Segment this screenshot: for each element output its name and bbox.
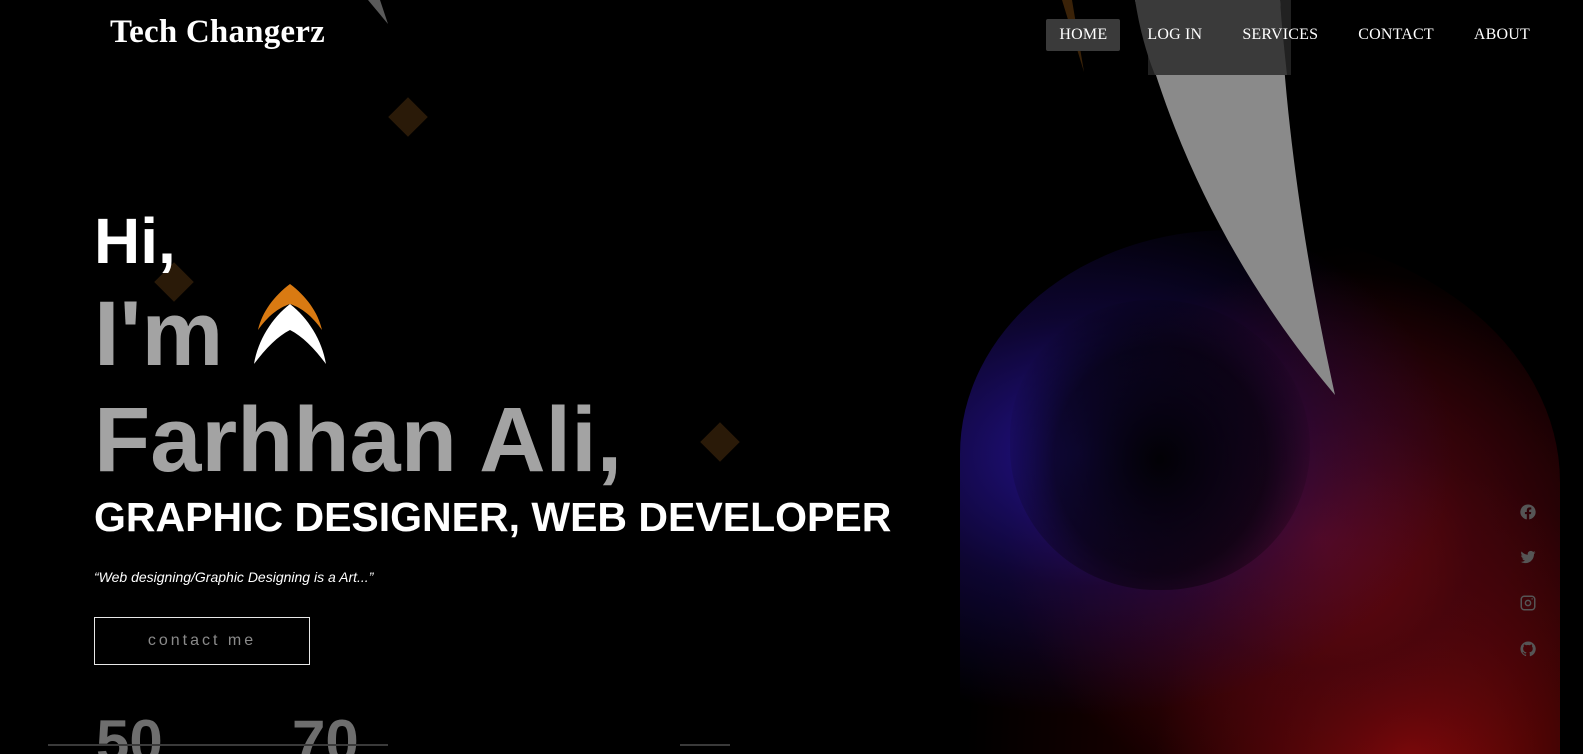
diamond-decoration: [700, 422, 740, 462]
stat-value: 50: [96, 708, 163, 754]
instagram-icon[interactable]: [1519, 594, 1539, 614]
hero-roles: GRAPHIC DESIGNER, WEB DEVELOPER: [94, 494, 892, 540]
divider: [48, 744, 388, 746]
blade-decoration: [1135, 0, 1335, 395]
hero-greeting: Hi,: [94, 205, 176, 277]
twitter-icon[interactable]: [1519, 548, 1539, 568]
landing-page: Tech Changerz HOME LOG IN SERVICES CONTA…: [0, 0, 1583, 754]
nav-services[interactable]: SERVICES: [1229, 19, 1331, 51]
hero-intro: I'm: [94, 283, 224, 385]
nav-home[interactable]: HOME: [1046, 19, 1121, 51]
nav-about[interactable]: ABOUT: [1461, 19, 1543, 51]
contact-me-button[interactable]: contact me: [94, 617, 310, 665]
hero-name: Farhhan Ali,: [94, 389, 623, 491]
arch-logo-icon: [254, 284, 326, 364]
github-icon[interactable]: [1519, 640, 1539, 660]
main-nav: HOME LOG IN SERVICES CONTACT ABOUT: [1032, 19, 1543, 51]
divider: [680, 744, 730, 746]
diamond-decoration: [388, 97, 428, 137]
stat-value: 70: [292, 708, 359, 754]
nav-log-in[interactable]: LOG IN: [1134, 19, 1215, 51]
brand-logo[interactable]: Tech Changerz: [110, 14, 325, 51]
nav-contact[interactable]: CONTACT: [1345, 19, 1447, 51]
facebook-icon[interactable]: [1519, 503, 1539, 523]
shard-decoration: [368, 0, 388, 24]
hero-quote: “Web designing/Graphic Designing is a Ar…: [94, 569, 374, 585]
